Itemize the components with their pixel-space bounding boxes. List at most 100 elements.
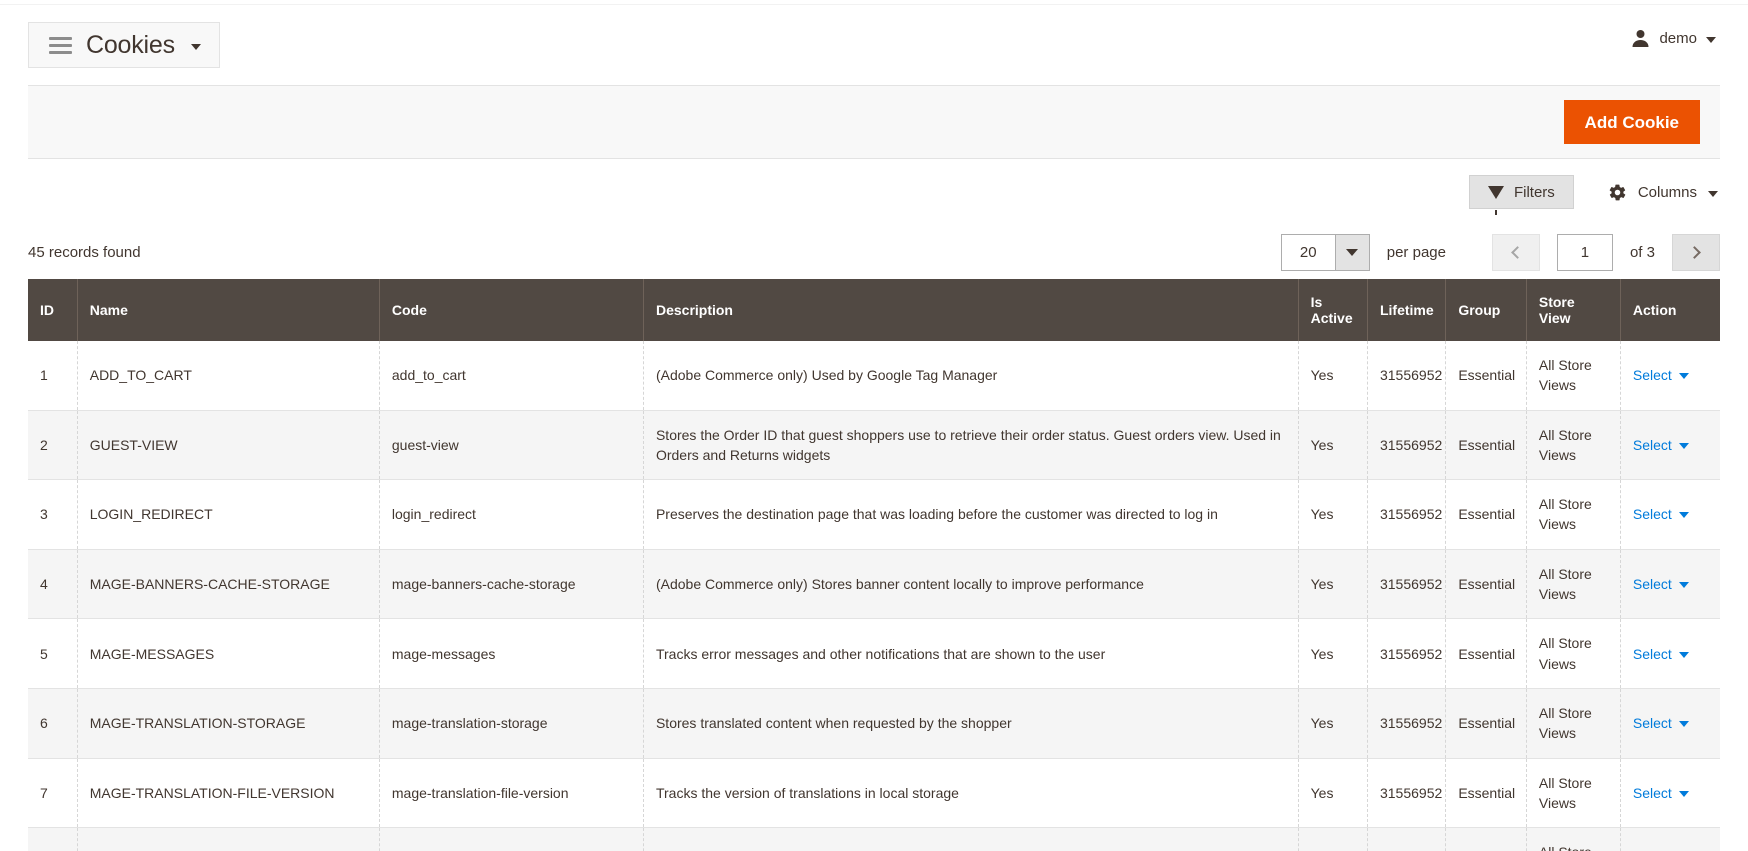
cell-is_active: Yes [1298,618,1368,689]
hamburger-icon [49,36,72,54]
page-number-input[interactable] [1556,233,1613,271]
cell-is_active: Yes [1298,410,1368,481]
chevron-down-icon[interactable] [1334,234,1369,270]
cell-description: Stores translated content when requested… [643,688,1299,759]
filters-button[interactable]: Filters [1468,175,1574,215]
cell-lifetime: 31556952 [1367,549,1447,620]
chevron-down-icon [1678,373,1689,380]
select-action-label: Select [1632,367,1672,384]
cell-id: 5 [28,618,78,689]
cell-store_view: All Store Views [1526,341,1621,411]
column-header-group[interactable]: Group [1445,279,1527,341]
cell-group: Essential [1445,479,1527,550]
select-action-dropdown[interactable]: Select [1633,644,1689,664]
select-action-label: Select [1632,784,1672,801]
records-and-pager-row: 45 records found 20 per page of 3 [28,225,1720,279]
funnel-icon [1487,185,1504,215]
cookies-table: ID Name Code Description Is Active Lifetime Gr… [28,279,1720,851]
cell-description: Stores configuration for product data re… [643,827,1299,851]
cell-code: mage-banners-cache-storage [379,549,644,620]
cell-description: Tracks the version of translations in lo… [643,758,1299,829]
cell-lifetime: 31556952 [1367,688,1447,759]
select-action-dropdown[interactable]: Select [1633,713,1689,733]
cell-name: MAGE-TRANSLATION-STORAGE [77,688,380,759]
table-row[interactable]: 7 MAGE-TRANSLATION-FILE-VERSION mage-trans… [28,758,1720,829]
row-action-cell: Select [1620,758,1720,829]
cell-code: mage-messages [379,618,644,689]
cell-name: ADD_TO_CART [77,341,380,411]
column-header-action[interactable]: Action [1620,279,1720,341]
cell-store_view: All Store Views [1526,827,1621,851]
cell-lifetime: 31556952 [1367,758,1447,829]
cell-name: MAGE-MESSAGES [77,618,380,689]
column-header-lifetime[interactable]: Lifetime [1367,279,1447,341]
cell-code: add_to_cart [379,341,644,411]
cell-group: Essential [1445,410,1527,481]
cell-id: 3 [28,479,78,550]
column-header-code[interactable]: Code [379,279,644,341]
per-page-value: 20 [1299,243,1317,261]
user-avatar-icon [1631,29,1650,48]
cell-store_view: All Store Views [1526,688,1621,759]
cell-store_view: All Store Views [1526,410,1621,481]
cell-name: PRODUCT_DATA_STORAGE [77,827,380,851]
total-pages-label: of 3 [1629,243,1655,261]
select-action-dropdown[interactable]: Select [1633,435,1689,455]
chevron-down-icon [1706,37,1716,43]
cell-lifetime: 31556952 [1367,618,1447,689]
row-action-cell: Select [1620,341,1720,411]
select-action-label: Select [1632,575,1672,592]
next-page-button[interactable] [1672,233,1720,271]
table-row[interactable]: 6 MAGE-TRANSLATION-STORAGE mage-translatio… [28,688,1720,759]
table-row[interactable]: 1 ADD_TO_CART add_to_cart (Adobe Commerce o… [28,341,1720,411]
cell-lifetime: 31556952 [1367,410,1447,481]
chevron-down-icon [1678,512,1689,519]
cell-store_view: All Store Views [1526,618,1621,689]
cell-group: Essential [1445,618,1527,689]
columns-dropdown[interactable]: Columns [1608,183,1718,202]
chevron-down-icon [1678,721,1689,728]
chevron-right-icon [1688,245,1701,259]
column-header-is_active[interactable]: Is Active [1298,279,1368,341]
table-row[interactable]: 3 LOGIN_REDIRECT login_redirect Preserves t… [28,479,1720,550]
table-row[interactable]: 5 MAGE-MESSAGES mage-messages Tracks error … [28,618,1720,689]
cell-lifetime: 31556952 [1367,827,1447,851]
per-page-select[interactable]: 20 [1280,233,1370,271]
column-header-id[interactable]: ID [28,279,78,341]
cell-description: (Adobe Commerce only) Used by Google Tag… [643,341,1299,411]
select-action-dropdown[interactable]: Select [1633,504,1689,524]
table-row[interactable]: 2 GUEST-VIEW guest-view Stores the Order ID… [28,410,1720,481]
cell-id: 6 [28,688,78,759]
select-action-dropdown[interactable]: Select [1633,365,1689,385]
cell-code: mage-translation-file-version [379,758,644,829]
table-body: 1 ADD_TO_CART add_to_cart (Adobe Commerce o… [28,341,1720,851]
cell-description: Tracks error messages and other notifica… [643,618,1299,689]
row-action-cell: Select [1620,688,1720,759]
cell-id: 8 [28,827,78,851]
column-header-name[interactable]: Name [77,279,380,341]
column-header-store_view[interactable]: Store View [1526,279,1621,341]
select-action-label: Select [1632,436,1672,453]
cell-group: Essential [1445,688,1527,759]
row-action-cell: Select [1620,827,1720,851]
row-action-cell: Select [1620,549,1720,620]
table-row[interactable]: 4 MAGE-BANNERS-CACHE-STORAGE mage-banners-… [28,549,1720,620]
columns-label: Columns [1637,183,1697,201]
cell-store_view: All Store Views [1526,758,1621,829]
cell-lifetime: 31556952 [1367,341,1447,411]
cell-description: Stores the Order ID that guest shoppers … [643,410,1299,481]
select-action-dropdown[interactable]: Select [1633,783,1689,803]
chevron-down-icon [190,44,201,50]
user-menu[interactable]: demo [1631,29,1716,48]
select-action-dropdown[interactable]: Select [1633,574,1689,594]
column-header-description[interactable]: Description [643,279,1299,341]
add-cookie-button[interactable]: Add Cookie [1563,100,1700,144]
chevron-down-icon [1678,582,1689,589]
table-row[interactable]: 8PRODUCT_DATA_STORAGEproduct_data_storag… [28,827,1720,851]
chevron-left-icon [1511,245,1524,259]
cell-id: 7 [28,758,78,829]
page-title-menu-button[interactable]: Cookies [28,22,220,68]
pagination-controls: 20 per page of 3 [1280,233,1720,271]
previous-page-button[interactable] [1491,233,1540,271]
cell-name: MAGE-BANNERS-CACHE-STORAGE [77,549,380,620]
